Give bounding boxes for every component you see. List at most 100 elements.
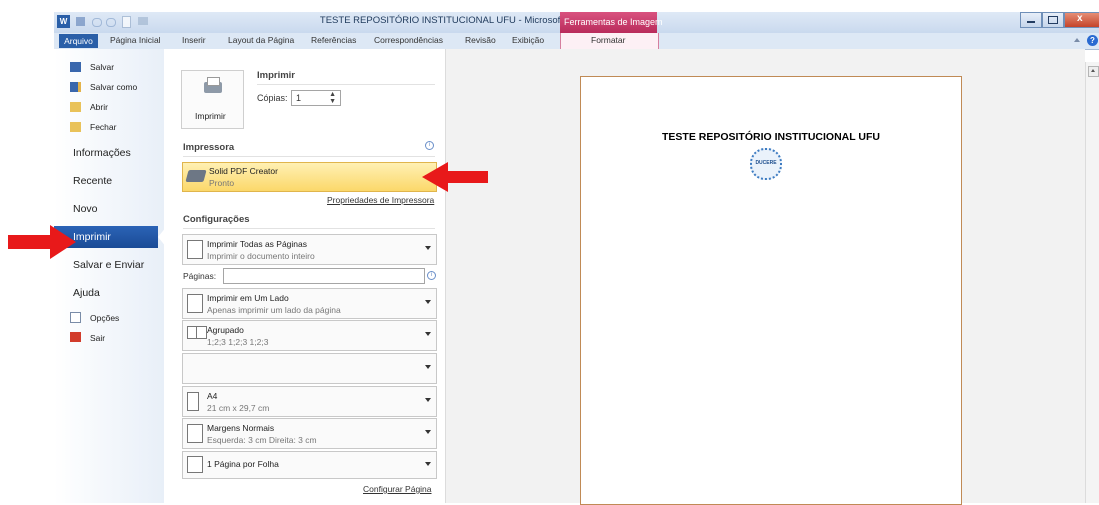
tab-exibicao[interactable]: Exibição: [512, 35, 544, 45]
tab-referencias[interactable]: Referências: [311, 35, 356, 45]
orientation-select[interactable]: [182, 353, 437, 384]
options-icon: [70, 312, 81, 323]
paper-size-select[interactable]: A4 21 cm x 29,7 cm: [182, 386, 437, 417]
copies-value: 1: [296, 93, 302, 103]
tab-layout-da-pagina[interactable]: Layout da Página: [228, 35, 294, 45]
margins-title: Margens Normais: [207, 423, 275, 433]
pages-stack-icon: [187, 240, 203, 259]
chevron-down-icon: [425, 246, 431, 250]
nav-salvar[interactable]: Salvar: [90, 62, 114, 72]
tab-pagina-inicial[interactable]: Página Inicial: [110, 35, 161, 45]
annotation-arrow-right: [422, 162, 488, 192]
nav-novo[interactable]: Novo: [73, 203, 98, 215]
collate-select[interactable]: Agrupado 1;2;3 1;2;3 1;2;3: [182, 320, 437, 351]
print-button[interactable]: Imprimir: [181, 70, 244, 129]
copies-label: Cópias:: [257, 93, 288, 103]
nav-fechar[interactable]: Fechar: [90, 122, 116, 132]
nav-abrir[interactable]: Abrir: [90, 102, 108, 112]
printer-name: Solid PDF Creator: [209, 166, 278, 176]
folder-open-icon: [70, 102, 81, 112]
nav-informacoes[interactable]: Informações: [73, 147, 131, 159]
paper-size-title: A4: [207, 391, 218, 401]
nav-recente[interactable]: Recente: [73, 175, 112, 187]
tab-formatar[interactable]: Formatar: [560, 33, 659, 49]
context-tab-title: Ferramentas de Imagem: [564, 17, 663, 27]
nav-salvar-como[interactable]: Salvar como: [90, 82, 137, 92]
settings-heading: Configurações: [183, 214, 250, 225]
save-icon: [70, 62, 81, 72]
nav-sair[interactable]: Sair: [90, 333, 105, 343]
printer-properties-link[interactable]: Propriedades de Impressora: [327, 195, 434, 205]
pages-input[interactable]: [223, 268, 425, 284]
margins-icon: [187, 424, 203, 443]
printer-heading: Impressora: [183, 142, 235, 153]
print-range-title: Imprimir Todas as Páginas: [207, 239, 307, 249]
paper-size-desc: 21 cm x 29,7 cm: [207, 403, 270, 413]
collated-icon-2: [196, 326, 207, 339]
nav-ajuda[interactable]: Ajuda: [73, 287, 100, 299]
nav-opcoes[interactable]: Opções: [90, 313, 119, 323]
sides-desc: Apenas imprimir um lado da página: [207, 305, 341, 315]
pages-per-sheet-icon: [187, 456, 203, 473]
close-button[interactable]: x: [1064, 12, 1099, 28]
tab-arquivo[interactable]: Arquivo: [59, 34, 98, 48]
quick-access-print-icon[interactable]: [138, 17, 148, 25]
sides-title: Imprimir em Um Lado: [207, 293, 289, 303]
margins-select[interactable]: Margens Normais Esquerda: 3 cm Direita: …: [182, 418, 437, 449]
quick-access-save-icon[interactable]: [76, 17, 85, 26]
tab-formatar-label: Formatar: [591, 35, 626, 45]
save-as-icon: [70, 82, 81, 92]
vertical-scrollbar[interactable]: [1085, 62, 1099, 503]
printer-paper: [207, 77, 220, 86]
printer-info-icon[interactable]: i: [425, 141, 434, 150]
chevron-down-icon: [425, 365, 431, 369]
nav-salvar-e-enviar[interactable]: Salvar e Enviar: [73, 259, 144, 271]
one-sided-icon: [187, 294, 203, 313]
tab-inserir[interactable]: Inserir: [182, 35, 206, 45]
quick-access-redo-icon[interactable]: [106, 18, 116, 27]
quick-access-new-icon[interactable]: [122, 16, 131, 28]
annotation-arrow-left: [8, 225, 76, 259]
backstage-nav: [54, 49, 165, 503]
print-heading: Imprimir: [257, 70, 296, 81]
printer-select[interactable]: Solid PDF Creator Pronto: [182, 162, 437, 192]
collate-title: Agrupado: [207, 325, 244, 335]
print-range-select[interactable]: Imprimir Todas as Páginas Imprimir o doc…: [182, 234, 437, 265]
chevron-down-icon: [425, 332, 431, 336]
close-icon: x: [1077, 13, 1083, 24]
tab-revisao[interactable]: Revisão: [465, 35, 496, 45]
preview-page: TESTE REPOSITÓRIO INSTITUCIONAL UFU DUCE…: [580, 76, 962, 505]
folder-close-icon: [70, 122, 81, 132]
document-title: TESTE REPOSITÓRIO INSTITUCIONAL UFU: [662, 131, 880, 143]
collate-desc: 1;2;3 1;2;3 1;2;3: [207, 337, 269, 347]
help-icon[interactable]: ?: [1087, 35, 1098, 46]
margins-desc: Esquerda: 3 cm Direita: 3 cm: [207, 435, 317, 445]
printer-status: Pronto: [209, 178, 235, 188]
chevron-down-icon: [425, 398, 431, 402]
exit-icon: [70, 332, 81, 342]
sides-select[interactable]: Imprimir em Um Lado Apenas imprimir um l…: [182, 288, 437, 319]
pages-info-icon[interactable]: i: [427, 271, 436, 280]
divider: [257, 84, 435, 85]
printer-device-icon: [185, 170, 207, 182]
minimize-button[interactable]: [1020, 12, 1042, 28]
chevron-down-icon: [425, 430, 431, 434]
copies-input[interactable]: 1 ▲ ▼: [291, 90, 341, 106]
copies-spinner-icon[interactable]: ▲ ▼: [329, 91, 336, 105]
ducere-logo: DUCERE: [750, 148, 782, 180]
paper-icon: [187, 392, 199, 411]
pages-per-sheet-title: 1 Página por Folha: [207, 459, 279, 469]
ribbon-minimize-icon[interactable]: [1074, 38, 1080, 42]
scroll-up-button[interactable]: [1088, 66, 1099, 77]
page-setup-link[interactable]: Configurar Página: [363, 484, 432, 494]
print-button-label: Imprimir: [195, 111, 226, 121]
quick-access-undo-icon[interactable]: [92, 18, 102, 27]
maximize-button[interactable]: [1042, 12, 1064, 28]
word-app-icon[interactable]: W: [57, 15, 70, 28]
divider: [183, 228, 435, 229]
logo-text: DUCERE: [755, 160, 777, 166]
chevron-up-icon: [1091, 69, 1095, 72]
pages-per-sheet-select[interactable]: 1 Página por Folha: [182, 451, 437, 479]
tab-correspondencias[interactable]: Correspondências: [374, 35, 443, 45]
pages-label: Páginas:: [183, 271, 217, 281]
